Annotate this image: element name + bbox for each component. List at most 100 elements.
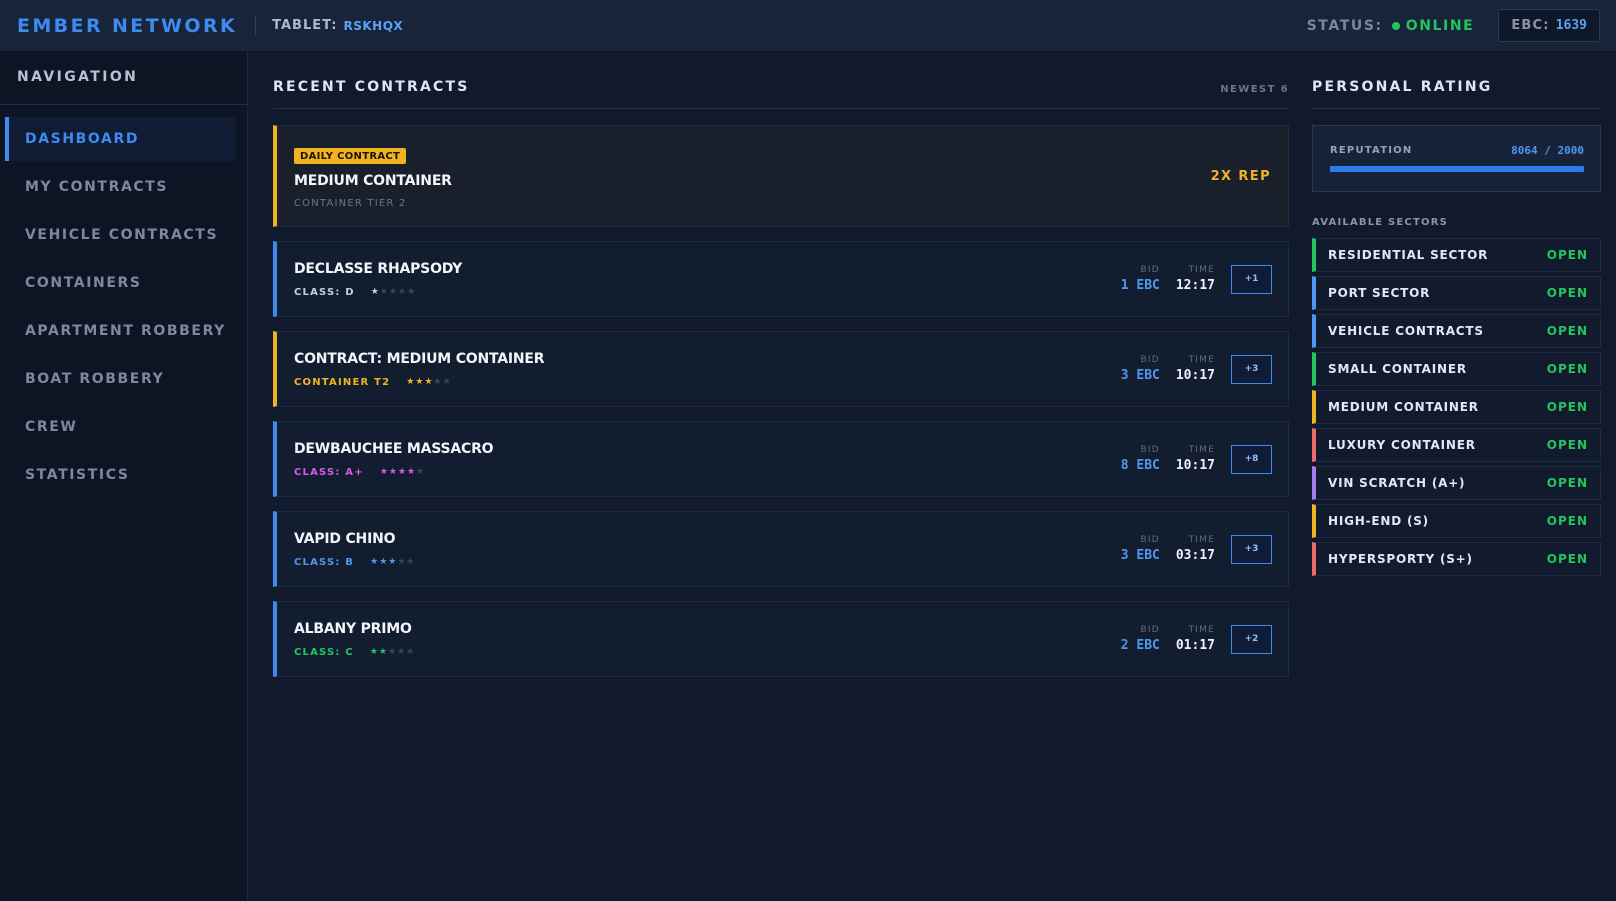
contract-meta: CLASS: B ★★★★★ [294,557,1121,568]
top-bar: EMBER NETWORK TABLET: RSKHQX STATUS: ONL… [0,0,1616,52]
status-value: ONLINE [1405,17,1475,34]
star-empty-icon: ★ [397,647,407,657]
nav-item-dashboard[interactable]: DASHBOARD [5,117,236,161]
sector-item[interactable]: RESIDENTIAL SECTOR OPEN [1312,238,1601,272]
star-filled-icon: ★ [369,647,379,657]
star-filled-icon: ★ [370,557,380,567]
daily-contract-card[interactable]: DAILY CONTRACT MEDIUM CONTAINER CONTAINE… [273,125,1289,227]
rating-stars: ★★★★★ [370,647,415,657]
sector-item[interactable]: LUXURY CONTAINER OPEN [1312,428,1601,462]
sector-item[interactable]: HYPERSPORTY (S+) OPEN [1312,542,1601,576]
sector-status: OPEN [1546,438,1588,452]
contract-name: ALBANY PRIMO [294,620,412,637]
bid-label: BID [1140,265,1160,275]
contract-body: ALBANY PRIMO CLASS: C ★★★★★ [277,621,1121,658]
contract-class: CLASS: C [294,646,354,658]
sector-status: OPEN [1546,476,1588,490]
sector-item[interactable]: VIN SCRATCH (A+) OPEN [1312,466,1601,500]
contract-class: CLASS: A+ [294,466,364,478]
sector-status: OPEN [1546,362,1588,376]
nav-item-statistics[interactable]: STATISTICS [5,453,236,497]
sector-item[interactable]: MEDIUM CONTAINER OPEN [1312,390,1601,424]
bid-value: 1 EBC [1120,278,1160,293]
section-title: RECENT CONTRACTS [273,79,470,95]
bid-value: 8 EBC [1120,458,1160,473]
time-column: TIME 01:17 [1176,625,1215,653]
reputation-label: REPUTATION [1330,145,1413,156]
tablet-id: RSKHQX [343,18,404,33]
star-empty-icon: ★ [387,647,398,657]
section-note: NEWEST 6 [1220,84,1289,95]
nav-item-boat-robbery[interactable]: BOAT ROBBERY [5,357,236,401]
sector-name: PORT SECTOR [1328,286,1431,300]
sector-item[interactable]: VEHICLE CONTRACTS OPEN [1312,314,1601,348]
time-label: TIME [1188,355,1215,365]
reputation-bar [1330,166,1584,172]
nav-item-crew[interactable]: CREW [5,405,236,449]
time-label: TIME [1188,535,1215,545]
sector-item[interactable]: HIGH-END (S) OPEN [1312,504,1601,538]
nav-title: NAVIGATION [0,52,247,105]
sector-status: OPEN [1546,286,1588,300]
sector-name: HIGH-END (S) [1328,514,1429,528]
reputation-row: REPUTATION 8064 / 2000 [1330,144,1584,157]
bid-value: 2 EBC [1120,638,1160,653]
star-empty-icon: ★ [407,287,417,297]
contract-meta: CONTAINER T2 ★★★★★ [294,377,1121,388]
time-value: 10:17 [1175,368,1215,383]
star-empty-icon: ★ [416,467,426,477]
accept-contract-button[interactable]: +1 [1231,264,1272,294]
accept-contract-button[interactable]: +2 [1231,624,1272,654]
contract-row[interactable]: VAPID CHINO CLASS: B ★★★★★ BID 3 EBC TIM… [273,511,1289,587]
bid-column: BID 2 EBC [1121,625,1160,653]
bid-label: BID [1140,355,1160,365]
bid-column: BID 3 EBC [1121,355,1160,383]
contract-row[interactable]: DEWBAUCHEE MASSACRO CLASS: A+ ★★★★★ BID … [273,421,1289,497]
star-empty-icon: ★ [433,377,443,387]
ebc-label: EBC: [1511,18,1550,33]
sector-status: OPEN [1546,400,1588,414]
sector-status: OPEN [1546,248,1588,262]
status-label: STATUS: [1306,17,1383,34]
star-empty-icon: ★ [406,647,416,657]
contract-meta: CLASS: D ★★★★★ [294,287,1121,298]
time-column: TIME 12:17 [1176,265,1215,293]
rating-stars: ★★★★★ [370,557,415,567]
rating-stars: ★★★★★ [406,377,451,387]
time-value: 12:17 [1175,278,1215,293]
sector-list: RESIDENTIAL SECTOR OPEN PORT SECTOR OPEN… [1312,238,1601,576]
contract-class: CLASS: B [294,556,355,568]
daily-contract-sub: CONTAINER TIER 2 [294,197,407,209]
contract-row[interactable]: CONTRACT: MEDIUM CONTAINER CONTAINER T2 … [273,331,1289,407]
header-status-group: STATUS: ONLINE EBC: 1639 [1307,9,1616,42]
reputation-value: 8064 / 2000 [1511,144,1584,157]
contract-name: CONTRACT: MEDIUM CONTAINER [294,350,545,367]
star-empty-icon: ★ [442,377,452,387]
sector-item[interactable]: SMALL CONTAINER OPEN [1312,352,1601,386]
sector-item[interactable]: PORT SECTOR OPEN [1312,276,1601,310]
nav-list: DASHBOARD MY CONTRACTS VEHICLE CONTRACTS… [0,117,247,497]
accept-contract-button[interactable]: +3 [1231,534,1272,564]
bid-column: BID 1 EBC [1121,265,1160,293]
star-empty-icon: ★ [406,557,416,567]
accept-contract-button[interactable]: +3 [1231,354,1272,384]
contract-row[interactable]: DECLASSE RHAPSODY CLASS: D ★★★★★ BID 1 E… [273,241,1289,317]
star-filled-icon: ★ [407,467,417,477]
sector-status: OPEN [1546,324,1588,338]
contract-row[interactable]: ALBANY PRIMO CLASS: C ★★★★★ BID 2 EBC TI… [273,601,1289,677]
nav-item-my-contracts[interactable]: MY CONTRACTS [5,165,236,209]
reputation-bar-fill [1330,166,1584,172]
star-filled-icon: ★ [424,377,434,387]
nav-item-containers[interactable]: CONTAINERS [5,261,236,305]
sidebar: NAVIGATION DASHBOARD MY CONTRACTS VEHICL… [0,52,248,901]
rating-header: PERSONAL RATING [1312,52,1601,109]
nav-item-apartment-robbery[interactable]: APARTMENT ROBBERY [5,309,236,353]
rating-stars: ★★★★★ [380,467,425,477]
sector-name: VIN SCRATCH (A+) [1328,476,1466,490]
contract-name: DEWBAUCHEE MASSACRO [294,440,494,457]
star-empty-icon: ★ [388,287,399,297]
accept-contract-button[interactable]: +8 [1231,444,1272,474]
nav-item-vehicle-contracts[interactable]: VEHICLE CONTRACTS [5,213,236,257]
sector-status: OPEN [1546,552,1588,566]
star-empty-icon: ★ [379,287,389,297]
